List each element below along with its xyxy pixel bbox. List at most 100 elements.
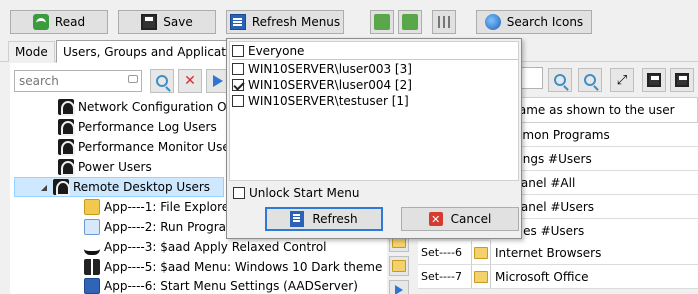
table-row[interactable]: rol Panel #Users — [491, 195, 698, 219]
user-selection-popup: Everyone WIN10SERVER\luser003 [3] WIN10S… — [226, 38, 522, 239]
remove-filter-button[interactable]: ✕ — [178, 69, 202, 93]
move-button[interactable] — [389, 280, 409, 294]
magnifier-icon — [156, 75, 168, 87]
refresh-button-label: Refresh — [312, 212, 358, 226]
table-row[interactable]: rol Panel #All — [491, 171, 698, 195]
unlock-checkbox[interactable] — [233, 187, 245, 199]
link-item-button[interactable] — [389, 256, 409, 276]
expand-button[interactable]: ⤢ — [610, 68, 634, 92]
refresh-menus-label: Refresh Menus — [251, 15, 341, 29]
tree-app-label: App----2: Run Program — [104, 220, 238, 234]
refresh-list-icon — [290, 211, 305, 227]
row-id[interactable]: Set----7 — [418, 265, 472, 289]
row-folder-icon-cell — [472, 241, 491, 265]
row-folder-icon-cell — [472, 265, 491, 289]
toolbar: Read Save Refresh Menus Search Icons — [0, 0, 698, 42]
right-search-input[interactable] — [521, 67, 543, 89]
checkbox-checked[interactable] — [232, 79, 244, 91]
tree-item[interactable]: Performance Log Users — [58, 117, 217, 137]
tree-app-item[interactable]: App----3: $aad Apply Relaxed Control — [84, 237, 327, 257]
clear-search-icon[interactable] — [128, 75, 138, 83]
checkbox[interactable] — [232, 95, 244, 107]
cancel-button[interactable]: ✕ Cancel — [401, 207, 519, 231]
undo-button[interactable] — [370, 10, 394, 34]
tree-app-label: App----6: Start Menu Settings (AADServer… — [104, 279, 358, 293]
play-arrow-icon — [213, 75, 223, 87]
tree-item-label: Performance Monitor Users — [78, 140, 241, 154]
read-label: Read — [54, 15, 86, 29]
zoom-out-button[interactable] — [578, 68, 602, 92]
save-label: Save — [163, 15, 193, 29]
checklist-item[interactable]: WIN10SERVER\luser003 [3] — [232, 61, 412, 77]
search-bar: ✕ — [10, 66, 230, 94]
remove-icon: ✕ — [184, 73, 196, 89]
tab-mode[interactable]: Mode — [8, 41, 55, 62]
row-id-label: Set----6 — [421, 246, 462, 259]
tree-app-item[interactable]: App----6: Start Menu Settings (AADServer… — [84, 276, 358, 294]
refresh-menus-button[interactable]: Refresh Menus — [226, 10, 344, 34]
tree-item-selected[interactable]: ◢ Remote Desktop Users — [14, 177, 224, 197]
refresh-button[interactable]: Refresh — [265, 207, 383, 231]
export-disk-icon — [647, 73, 661, 87]
tab-mode-label: Mode — [15, 45, 48, 59]
export-button[interactable] — [642, 68, 666, 92]
tree-item[interactable]: Power Users — [58, 157, 152, 177]
import-disk-icon — [675, 73, 689, 87]
user-checklist: Everyone WIN10SERVER\luser003 [3] WIN10S… — [229, 41, 519, 181]
redo-button[interactable] — [398, 10, 422, 34]
close-icon: ✕ — [428, 212, 443, 226]
table-row[interactable]: Microsoft Office — [491, 265, 698, 289]
cancel-button-label: Cancel — [450, 212, 492, 226]
row-name: Microsoft Office — [495, 269, 589, 284]
play-arrow-icon — [395, 285, 403, 294]
zoom-in-icon — [554, 74, 566, 86]
checklist-item[interactable]: WIN10SERVER\luser004 [2] — [232, 77, 412, 93]
divider — [232, 59, 518, 60]
user-group-icon — [58, 99, 75, 116]
checkbox[interactable] — [232, 63, 244, 75]
tree-app-item[interactable]: App----1: File Explorer — [84, 197, 234, 217]
windows-icon — [84, 259, 100, 275]
tree-item-label: Remote Desktop Users — [73, 180, 211, 194]
start-menu-icon — [84, 278, 100, 294]
tree-app-item[interactable]: App----5: $aad Menu: Windows 10 Dark the… — [84, 257, 382, 277]
search-input[interactable] — [14, 70, 142, 92]
columns-icon — [438, 16, 450, 28]
checklist-item-label: Everyone — [248, 44, 305, 58]
search-icons-button[interactable]: Search Icons — [476, 10, 592, 34]
folder-icon — [474, 270, 488, 283]
table-row[interactable]: Settings #Users — [491, 147, 698, 171]
columns-button[interactable] — [432, 10, 456, 34]
tree-app-item[interactable]: App----2: Run Program — [84, 217, 238, 237]
checklist-item[interactable]: WIN10SERVER\testuser [1] — [232, 93, 409, 109]
table-row[interactable]: Common Programs — [491, 123, 698, 147]
row-id[interactable]: Set----6 — [418, 241, 472, 265]
save-button[interactable]: Save — [118, 10, 216, 34]
user-group-icon — [58, 119, 75, 136]
tree-item[interactable]: Network Configuration Op — [58, 97, 234, 117]
find-button[interactable] — [150, 69, 174, 93]
read-button[interactable]: Read — [10, 10, 108, 34]
run-icon — [84, 219, 100, 235]
user-group-icon — [58, 159, 75, 176]
row-name: Internet Browsers — [495, 245, 602, 260]
folder-icon — [84, 199, 100, 215]
table-row[interactable]: Internet Browsers — [491, 241, 698, 265]
table-row[interactable]: ssories #Users — [491, 219, 698, 243]
checkbox[interactable] — [232, 45, 244, 57]
tree-item[interactable]: Performance Monitor Users — [58, 137, 241, 157]
zoom-in-button[interactable] — [548, 68, 572, 92]
checklist-item[interactable]: Everyone — [232, 43, 304, 59]
folder-icon — [474, 246, 488, 259]
import-button[interactable] — [670, 68, 694, 92]
expand-arrow-icon[interactable]: ◢ — [39, 183, 49, 192]
user-group-icon — [58, 139, 75, 156]
redo-arrow-icon — [402, 14, 418, 30]
tree-app-label: App----3: $aad Apply Relaxed Control — [104, 240, 327, 254]
expand-arrows-icon: ⤢ — [616, 72, 628, 88]
column-header-display-name[interactable]: ay name as shown to the user — [491, 97, 698, 123]
unlock-start-menu-option[interactable]: Unlock Start Menu — [233, 185, 360, 201]
hand-icon — [84, 239, 100, 255]
zoom-out-icon — [584, 74, 596, 86]
user-group-icon — [53, 179, 70, 196]
